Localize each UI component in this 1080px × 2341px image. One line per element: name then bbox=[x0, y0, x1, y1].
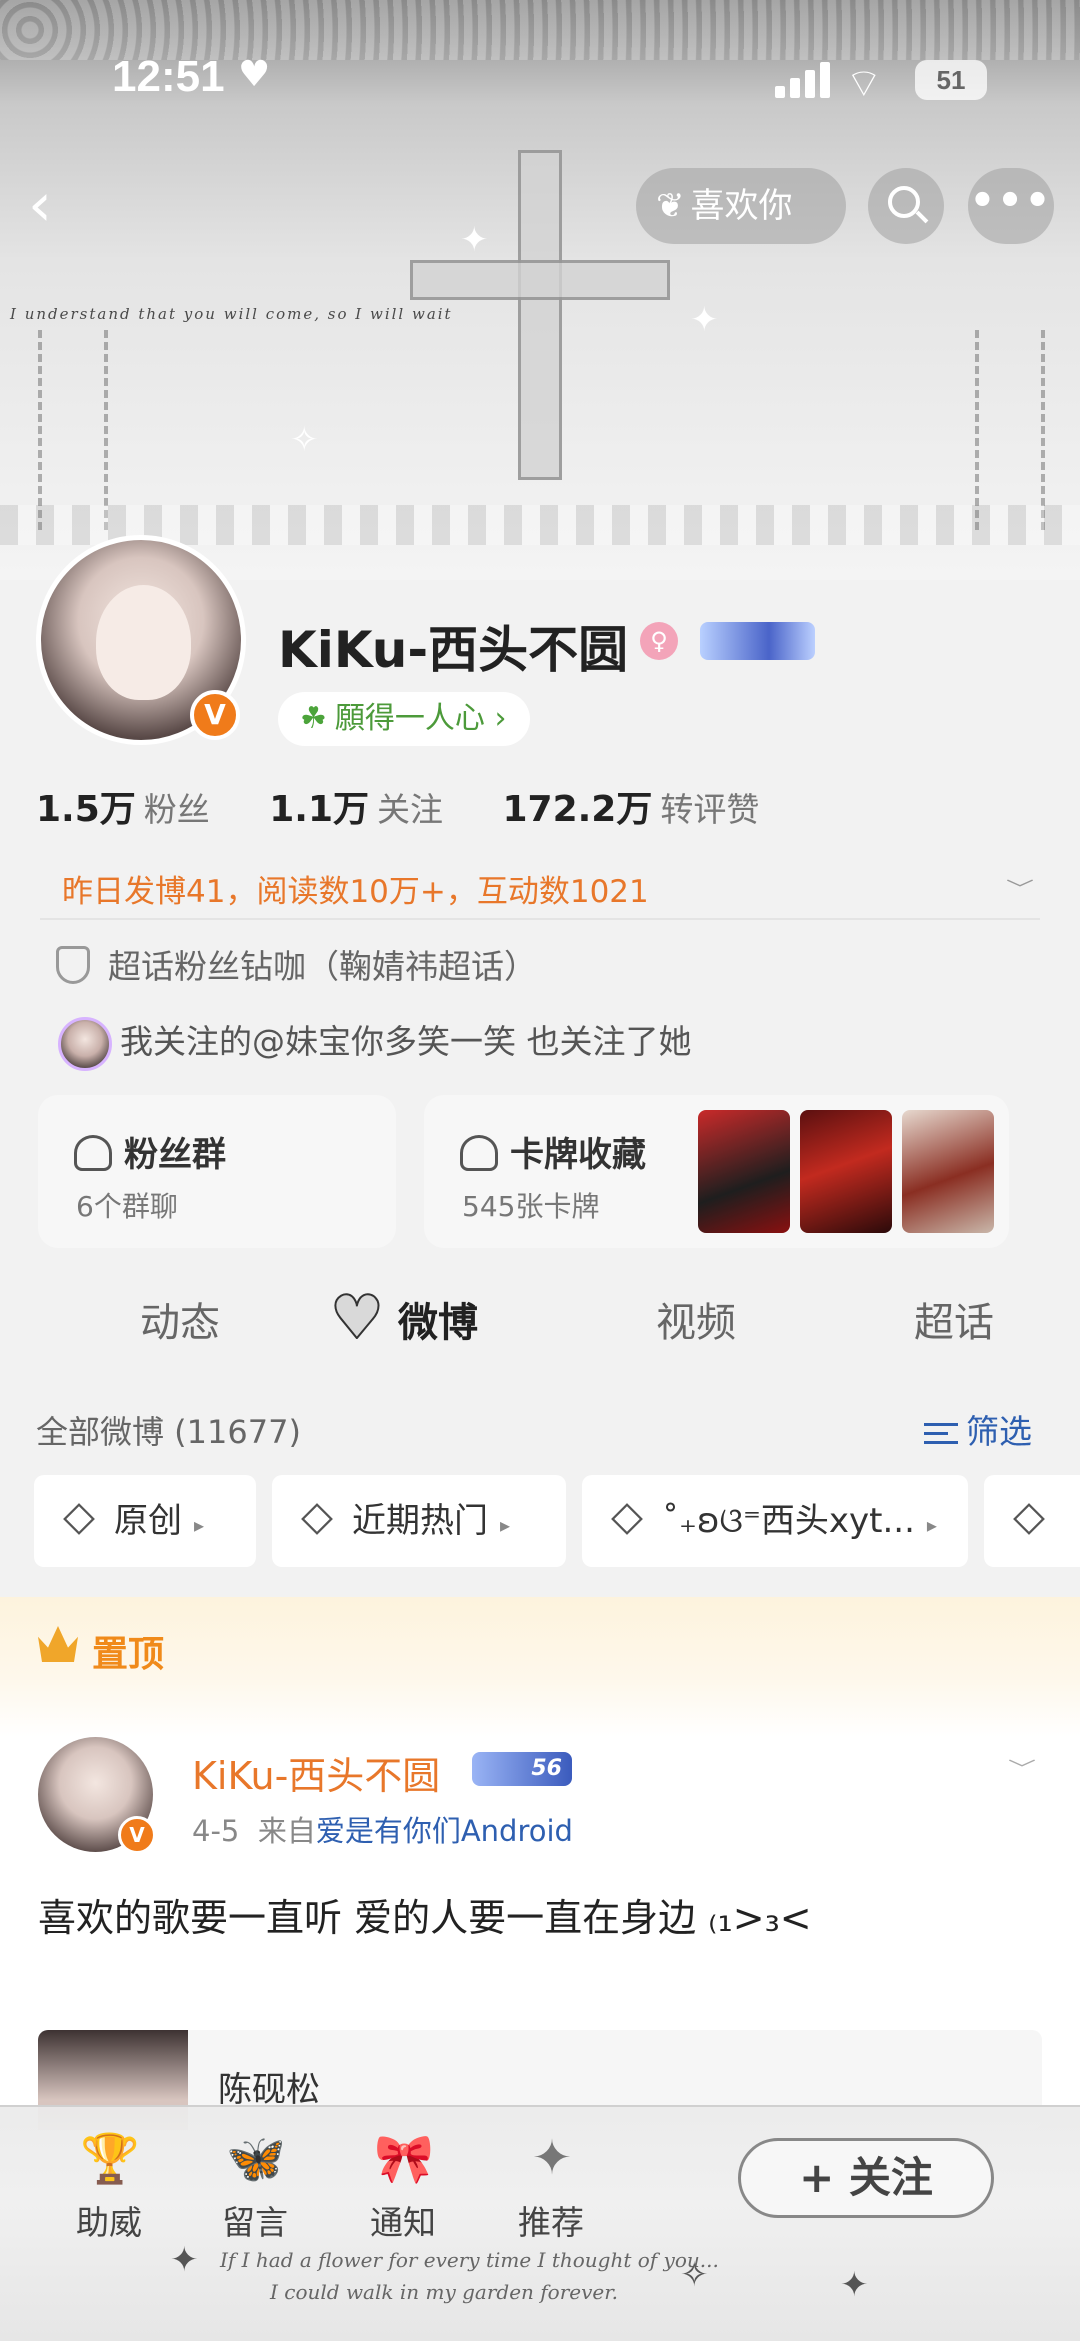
triangle-right-icon: ▸ bbox=[194, 1513, 205, 1537]
sparkle-icon: ✧ bbox=[680, 2255, 709, 2295]
back-button[interactable]: ‹ bbox=[28, 170, 88, 240]
card-collection-count: 545张卡牌 bbox=[462, 1190, 600, 1223]
chaohua-fan-rank[interactable]: 超话粉丝钻咖（鞠婧祎超话） bbox=[56, 940, 537, 988]
search-button[interactable] bbox=[868, 168, 944, 244]
card-collection-card[interactable]: 卡牌收藏 545张卡牌 bbox=[424, 1095, 1009, 1248]
stat-fans[interactable]: 1.5万 粉丝 bbox=[36, 780, 210, 832]
filter-icon bbox=[924, 1417, 958, 1450]
sparkle-icon: ✦ bbox=[531, 2130, 573, 2186]
clover-icon: ☘ bbox=[300, 701, 327, 736]
trophy-icon: 🏆 bbox=[80, 2131, 140, 2187]
filter-chip-recent-hot[interactable]: 近期热门 ▸ bbox=[272, 1475, 566, 1567]
layers-icon bbox=[63, 1502, 95, 1535]
divider bbox=[40, 918, 1040, 920]
card-collection-icon bbox=[460, 1134, 498, 1171]
verified-badge-icon: V bbox=[190, 690, 240, 740]
banner-ribbon-left bbox=[38, 330, 108, 530]
more-icon: ••• bbox=[969, 178, 1053, 224]
status-time: 12:51 bbox=[112, 52, 225, 101]
layers-icon bbox=[1013, 1502, 1045, 1535]
cheer-button[interactable]: 助威 bbox=[76, 2196, 142, 2244]
card-thumbnail bbox=[698, 1110, 790, 1233]
bow-icon: 🎀 bbox=[374, 2131, 434, 2187]
chevron-right-icon: › bbox=[484, 701, 507, 736]
stat-following[interactable]: 1.1万 关注 bbox=[269, 780, 443, 832]
tab-chaohua[interactable]: 超话 bbox=[914, 1290, 994, 1348]
mutual-follow-note[interactable]: 我关注的@妹宝你多笑一笑 也关注了她 bbox=[58, 1015, 692, 1063]
bottom-script-line: I could walk in my garden forever. bbox=[270, 2280, 618, 2304]
post-username[interactable]: KiKu-西头不圆 bbox=[192, 1745, 440, 1800]
fan-group-card[interactable]: 粉丝群 6个群聊 bbox=[38, 1095, 396, 1248]
banner-cross-horizontal bbox=[410, 260, 670, 300]
pinned-label: 置顶 bbox=[92, 1634, 165, 1675]
card-thumbnail bbox=[902, 1110, 994, 1233]
chaohua-text: 超话粉丝钻咖（鞠婧祎超话） bbox=[108, 947, 537, 986]
tab-dynamic[interactable]: 动态 bbox=[140, 1290, 220, 1348]
sparkle-icon: ✦ bbox=[460, 220, 489, 260]
more-button[interactable]: ••• bbox=[968, 168, 1054, 244]
card-collection-title: 卡牌收藏 bbox=[510, 1135, 646, 1175]
post-meta: 4-5 来自爱是有你们Android bbox=[192, 1814, 573, 1848]
verified-badge-icon: V bbox=[118, 1816, 156, 1854]
sparkle-icon: ✧ bbox=[290, 420, 319, 460]
group-icon bbox=[74, 1134, 112, 1171]
wifi-icon: ⌔ bbox=[845, 61, 883, 107]
filter-button[interactable]: 筛选 bbox=[924, 1405, 1032, 1453]
chevron-left-icon: ‹ bbox=[28, 170, 52, 240]
filter-chip-original[interactable]: 原创 ▸ bbox=[34, 1475, 256, 1567]
shield-icon bbox=[56, 945, 90, 984]
tab-video[interactable]: 视频 bbox=[656, 1290, 736, 1348]
fan-group-title: 粉丝群 bbox=[124, 1135, 226, 1175]
activity-summary: 昨日发博41，阅读数10万+，互动数1021 bbox=[62, 874, 649, 910]
sparkle-icon: ✦ bbox=[170, 2240, 199, 2280]
butterfly-icon: 🦋 bbox=[226, 2131, 286, 2187]
bottom-script-line: If I had a flower for every time I thoug… bbox=[220, 2248, 719, 2272]
fan-group-count: 6个群聊 bbox=[76, 1190, 178, 1223]
layers-icon bbox=[301, 1502, 333, 1535]
member-level-badge[interactable] bbox=[700, 622, 815, 660]
recommend-button[interactable]: 推荐 bbox=[518, 2196, 584, 2244]
active-tab-heart-icon: ♥ bbox=[329, 1282, 385, 1354]
profile-tabs: 动态 微博 视频 超话 bbox=[0, 1270, 1080, 1375]
profile-stats: 1.5万 粉丝 1.1万 关注 172.2万 转评赞 bbox=[36, 780, 807, 832]
all-posts-count: 全部微博 (11677) bbox=[36, 1413, 301, 1451]
like-label: 喜欢你 bbox=[690, 186, 793, 226]
stat-reposts-likes[interactable]: 172.2万 转评赞 bbox=[502, 780, 759, 832]
sparkle-icon: ✦ bbox=[690, 300, 719, 340]
heart-icon: ♥ bbox=[238, 54, 271, 95]
triangle-right-icon: ▸ bbox=[500, 1513, 511, 1537]
post-source-link[interactable]: 爱是有你们Android bbox=[316, 1814, 573, 1848]
layers-icon bbox=[611, 1502, 643, 1535]
filter-chip-more[interactable] bbox=[984, 1475, 1080, 1567]
message-button[interactable]: 留言 bbox=[222, 2196, 288, 2244]
motto-text: 願得一人心 bbox=[334, 701, 485, 736]
repost-name: 陈砚松 bbox=[218, 2070, 320, 2110]
battery-indicator: 51 bbox=[915, 60, 987, 100]
filter-chip-custom[interactable]: ˚₊ʚଓ⁼西头xyt... ▸ bbox=[582, 1475, 968, 1567]
like-button[interactable]: ❦ 喜欢你 bbox=[636, 168, 846, 244]
chevron-down-icon[interactable]: ﹀ bbox=[1006, 874, 1034, 902]
tab-weibo[interactable]: 微博 bbox=[398, 1290, 478, 1348]
post-text: 喜欢的歌要一直听 爱的人要一直在身边 ₍₁>₃< bbox=[38, 1896, 812, 1940]
card-thumbnail bbox=[800, 1110, 892, 1233]
motto-pill[interactable]: ☘ 願得一人心 › bbox=[278, 692, 531, 746]
follow-button[interactable]: + 关注 bbox=[738, 2138, 994, 2218]
notify-button[interactable]: 通知 bbox=[370, 2196, 436, 2244]
banner-ribbon-right bbox=[975, 330, 1045, 530]
banner-cross-vertical bbox=[518, 150, 562, 480]
signal-icon bbox=[775, 62, 831, 98]
rabbit-icon: ❦ bbox=[656, 186, 685, 226]
sparkle-icon: ✦ bbox=[840, 2265, 869, 2305]
banner-whisper-text: I understand that you will come, so I wi… bbox=[10, 305, 453, 323]
gender-female-icon: ♀ bbox=[640, 622, 678, 660]
post-level-badge: 56 bbox=[472, 1752, 572, 1786]
profile-username: KiKu-西头不圆 bbox=[278, 621, 629, 679]
triangle-right-icon: ▸ bbox=[926, 1513, 937, 1537]
banner-lace-top bbox=[0, 0, 1080, 60]
post-menu-chevron-icon[interactable]: ﹀ bbox=[1008, 1754, 1036, 1782]
